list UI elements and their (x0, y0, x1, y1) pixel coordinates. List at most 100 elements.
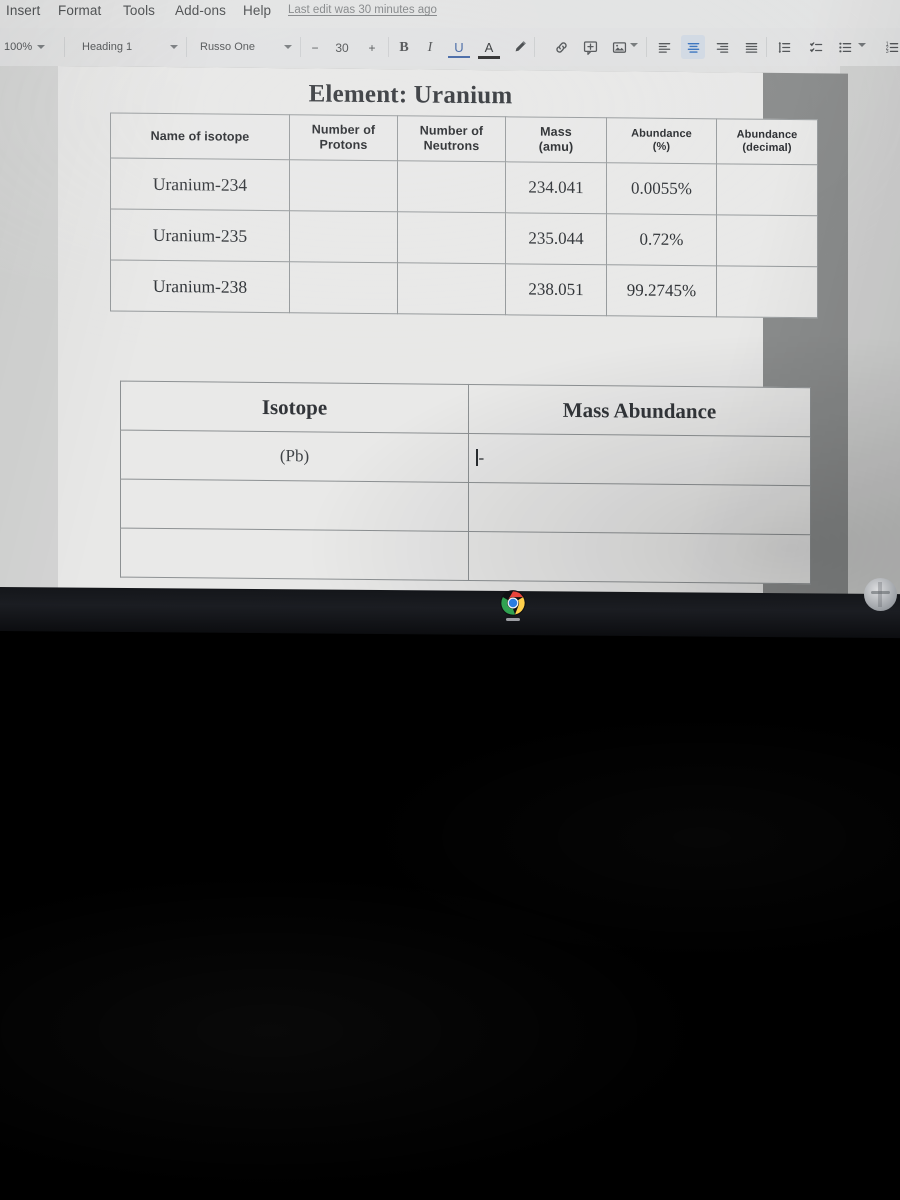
table-header-row: Name of isotope Number of Protons Number… (110, 113, 818, 165)
insert-link-button[interactable] (549, 35, 573, 59)
font-size-value: 30 (335, 40, 349, 55)
text-color-icon: A (484, 40, 494, 55)
insert-image-dropdown[interactable] (630, 43, 638, 47)
table-row: (Pb) - (120, 430, 811, 486)
cell-protons[interactable] (289, 159, 398, 212)
font-size-input[interactable]: 30 (328, 37, 356, 58)
bulleted-list-button[interactable] (833, 35, 857, 59)
cell-neutrons[interactable] (397, 211, 506, 264)
cell-mass[interactable]: 234.041 (505, 161, 607, 214)
bold-icon: B (399, 39, 409, 55)
cell-abundance-decimal[interactable] (716, 265, 818, 318)
menu-item-tools[interactable]: Tools (123, 3, 155, 18)
header-line: Name of isotope (150, 128, 250, 144)
align-justify-icon (745, 42, 757, 53)
cell-protons[interactable] (289, 261, 398, 314)
checklist-icon (809, 41, 822, 52)
toolbar-divider (186, 37, 187, 57)
decrease-font-size-button[interactable]: − (305, 37, 325, 58)
align-center-icon (687, 42, 699, 53)
chevron-down-icon (284, 45, 292, 49)
increase-font-size-button[interactable]: + (362, 37, 382, 58)
chevron-down-icon (858, 43, 866, 47)
cell-abundance-decimal[interactable] (716, 214, 818, 267)
text-color-button[interactable]: A (478, 39, 500, 59)
cell-abundance-percent[interactable]: 99.2745% (606, 264, 717, 317)
bulleted-list-icon (838, 42, 851, 52)
image-icon (612, 41, 626, 53)
cell-abundance-decimal[interactable] (716, 163, 818, 216)
font-family-control[interactable]: Russo One (200, 28, 292, 66)
toolbar-divider (766, 37, 767, 57)
chevron-down-icon (37, 45, 46, 49)
last-edit-status[interactable]: Last edit was 30 minutes ago (288, 4, 437, 16)
cell-mass-abundance-editing[interactable]: - (468, 433, 811, 486)
underline-button[interactable]: U (448, 39, 470, 58)
italic-button[interactable]: I (420, 37, 440, 58)
paragraph-style-control[interactable]: Heading 1 (82, 28, 178, 66)
column-header-name-of-isotope: Name of isotope (110, 113, 290, 160)
numbered-list-button[interactable]: 123 (880, 35, 900, 59)
svg-text:3: 3 (885, 49, 888, 55)
font-family-value: Russo One (200, 41, 256, 53)
italic-icon: I (427, 39, 433, 55)
table-row (120, 479, 811, 535)
cell-abundance-percent[interactable]: 0.72% (606, 213, 717, 266)
insert-image-button[interactable] (607, 35, 631, 59)
status-tray-icon[interactable] (864, 578, 897, 611)
cell-neutrons[interactable] (397, 262, 506, 315)
line-spacing-button[interactable] (772, 35, 796, 59)
document-heading[interactable]: Element: Uranium (58, 78, 763, 113)
align-left-button[interactable] (652, 35, 676, 59)
minus-icon: − (311, 40, 319, 55)
header-line: Number of (419, 123, 484, 139)
menu-item-help[interactable]: Help (243, 3, 271, 18)
cell-isotope-empty[interactable] (120, 528, 469, 581)
column-header-number-of-protons: Number of Protons (289, 114, 398, 161)
add-comment-button[interactable] (578, 35, 602, 59)
menu-item-format[interactable]: Format (58, 3, 101, 18)
link-icon (555, 41, 567, 53)
header-line: (decimal) (742, 141, 792, 155)
header-line: Protons (319, 137, 368, 152)
cell-mass-abundance-empty[interactable] (468, 482, 811, 535)
column-header-isotope: Isotope (120, 381, 469, 434)
align-right-button[interactable] (710, 35, 734, 59)
photographed-screen: Insert Format Tools Add-ons Help Last ed… (0, 0, 900, 596)
header-line: Abundance (736, 128, 798, 142)
chrome-icon[interactable] (499, 589, 527, 617)
column-header-mass-abundance: Mass Abundance (468, 384, 811, 437)
zoom-control[interactable]: 100% (4, 28, 46, 66)
menu-item-add-ons[interactable]: Add-ons (175, 3, 226, 18)
cell-isotope-name[interactable]: Uranium-234 (110, 158, 290, 211)
cell-abundance-percent[interactable]: 0.0055% (606, 162, 717, 215)
cell-isotope-pb[interactable]: (Pb) (120, 430, 469, 483)
column-header-abundance-decimal: Abundance (decimal) (716, 118, 818, 165)
cell-isotope-name[interactable]: Uranium-235 (110, 209, 290, 262)
cell-isotope-empty[interactable] (120, 479, 469, 532)
align-left-icon (658, 42, 670, 53)
align-center-button[interactable] (681, 35, 705, 59)
highlight-color-button[interactable] (508, 35, 532, 59)
cell-protons[interactable] (289, 210, 398, 263)
align-justify-button[interactable] (739, 35, 763, 59)
column-header-abundance-percent: Abundance (%) (606, 117, 717, 164)
cell-mass-abundance-empty[interactable] (468, 531, 811, 584)
table-row: Uranium-238 238.051 99.2745% (110, 260, 818, 318)
checklist-button[interactable] (804, 35, 828, 59)
bold-button[interactable]: B (394, 37, 414, 58)
cell-neutrons[interactable] (397, 160, 506, 213)
column-header-mass-amu: Mass (amu) (505, 116, 607, 163)
taskbar-shelf (0, 587, 900, 639)
column-header-number-of-neutrons: Number of Neutrons (397, 115, 506, 162)
chevron-down-icon (630, 43, 638, 47)
menu-item-insert[interactable]: Insert (6, 3, 40, 18)
paragraph-style-value: Heading 1 (82, 41, 133, 53)
cell-isotope-name[interactable]: Uranium-238 (110, 260, 290, 313)
toolbar-divider (534, 37, 535, 57)
cell-mass[interactable]: 238.051 (505, 263, 607, 316)
header-line: Number of (311, 122, 376, 138)
chrome-active-indicator (506, 618, 520, 621)
bulleted-list-dropdown[interactable] (858, 43, 866, 47)
cell-mass[interactable]: 235.044 (505, 212, 607, 265)
